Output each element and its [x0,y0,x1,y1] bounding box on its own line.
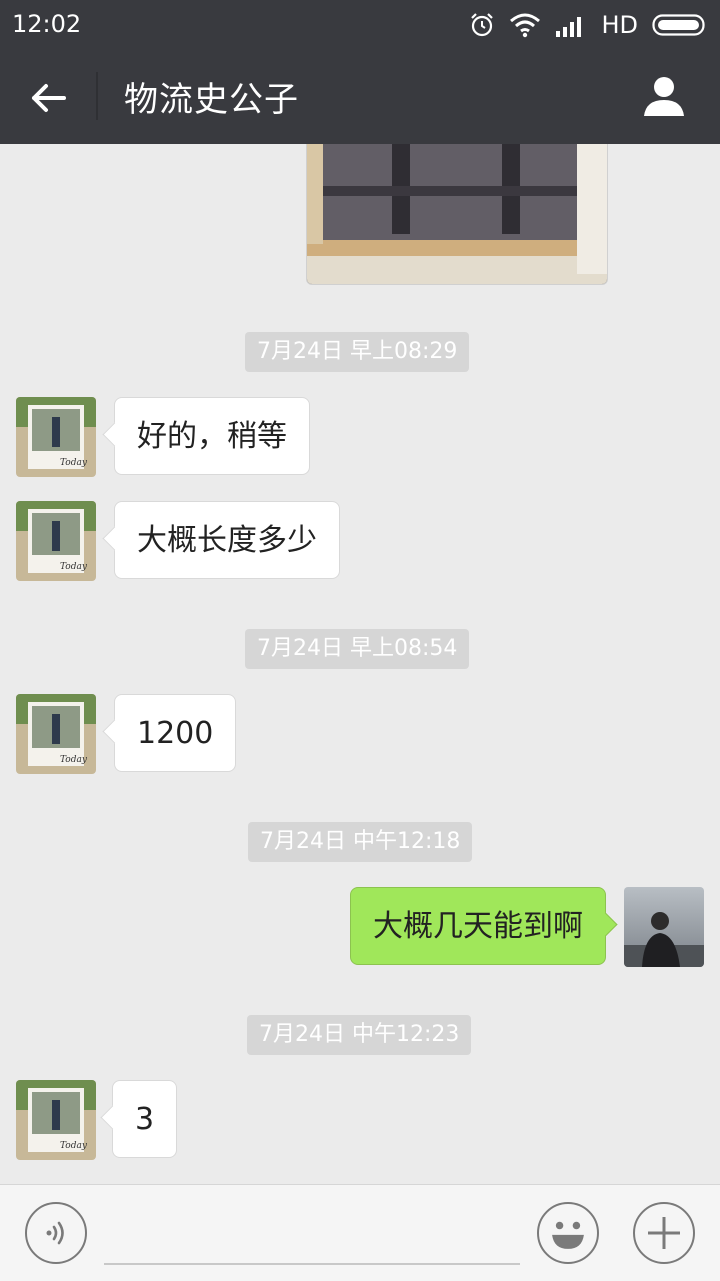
emoji-icon [552,1221,584,1249]
alarm-icon [471,13,494,37]
incoming-message[interactable]: 大概长度多少 [114,501,340,579]
voice-button[interactable] [25,1202,87,1264]
timestamp: 7月24日 中午12:18 [248,822,473,862]
incoming-message[interactable]: 1200 [114,694,237,772]
contact-avatar[interactable]: Today [16,694,96,774]
network-type: HD [601,11,638,39]
voice-icon [46,1221,64,1245]
incoming-message[interactable]: 好的，稍等 [114,397,310,475]
timestamp: 7月24日 中午12:23 [247,1015,472,1055]
input-bar [0,1184,720,1281]
emoji-button[interactable] [537,1202,599,1264]
message-input[interactable] [104,1263,520,1265]
svg-text:Today: Today [60,562,88,572]
timestamp: 7月24日 早上08:29 [245,332,470,372]
outgoing-message[interactable]: 大概几天能到啊 [350,887,606,965]
more-button[interactable] [633,1202,695,1264]
status-time: 12:02 [12,10,82,38]
signal-icon [556,17,582,37]
contact-avatar[interactable]: Today [16,397,96,477]
image-message[interactable] [306,144,608,285]
battery-icon [652,14,705,36]
chat-area[interactable]: 7月24日 早上08:29 Today 好的，稍等 Today 大概长度多少 7… [0,144,720,1184]
svg-text:Today: Today [60,755,88,765]
profile-icon[interactable] [642,74,686,118]
status-icons: HD [469,10,708,40]
svg-text:Today: Today [60,1141,88,1151]
bag-photo [307,144,607,284]
header-divider [96,72,98,120]
plus-icon [648,1217,680,1249]
timestamp: 7月24日 早上08:54 [245,629,470,669]
wifi-icon [510,13,541,38]
contact-avatar[interactable]: Today [16,1080,96,1160]
back-arrow-icon[interactable] [28,78,68,118]
chat-title: 物流史公子 [124,80,299,120]
chat-header: 物流史公子 [0,50,720,144]
contact-avatar[interactable]: Today [16,501,96,581]
my-avatar[interactable] [624,887,704,967]
status-bar: 12:02 HD [0,0,720,50]
incoming-message[interactable]: 3 [112,1080,178,1158]
svg-text:Today: Today [60,458,88,468]
